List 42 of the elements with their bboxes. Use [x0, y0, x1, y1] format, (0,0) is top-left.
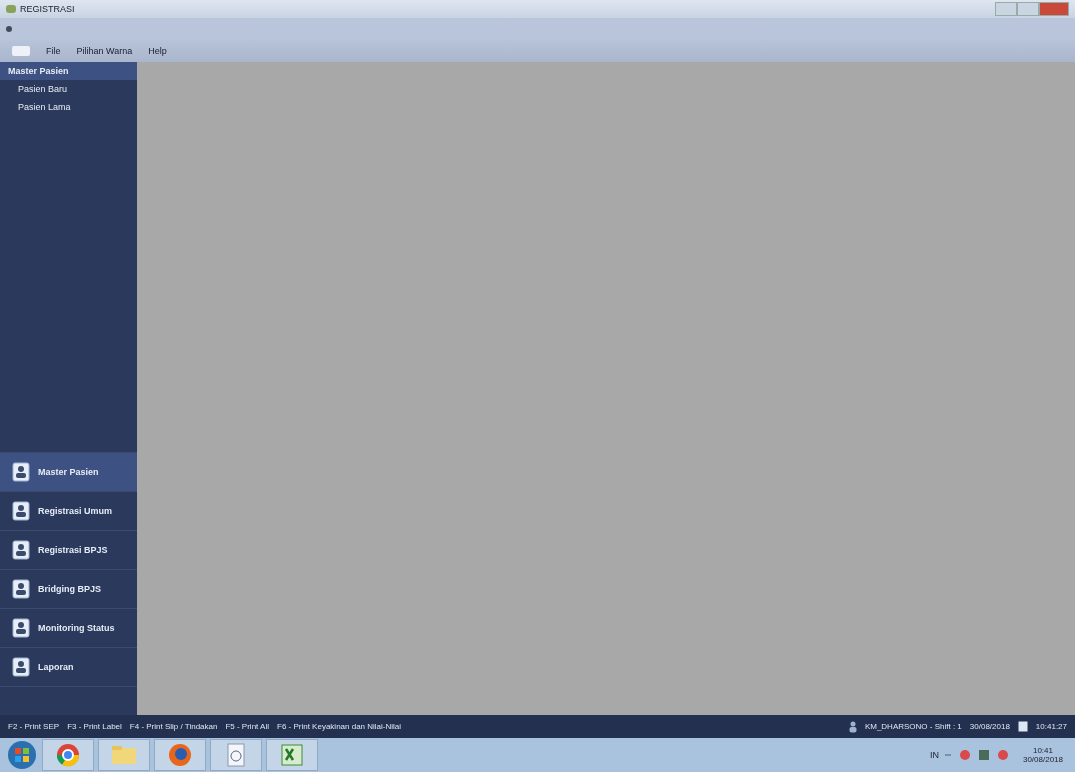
taskbar-clock[interactable]: 10:41 30/08/2018 — [1016, 746, 1069, 764]
quick-access-icon[interactable] — [6, 26, 12, 32]
group-header[interactable]: Master Pasien — [0, 62, 137, 80]
user-icon — [848, 720, 857, 733]
spreadsheet-icon — [281, 744, 303, 766]
menu-item[interactable]: Pilihan Warna — [76, 46, 133, 56]
user-label: KM_DHARSONO - Shift : 1 — [864, 722, 962, 731]
taskbar-icon[interactable] — [154, 739, 206, 771]
app-menu-icon[interactable] — [12, 46, 30, 56]
taskbar-icon[interactable] — [42, 739, 94, 771]
browser-icon — [56, 743, 80, 767]
shortcut-hint: F2 - Print SEP — [8, 722, 60, 731]
calendar-icon — [1017, 721, 1028, 732]
globe-icon — [168, 743, 192, 767]
shortcut-hint: F5 - Print All — [225, 722, 269, 731]
menu-item[interactable]: Help — [148, 46, 167, 56]
maximize-button[interactable] — [1017, 2, 1039, 16]
language-indicator[interactable]: IN — [929, 750, 939, 760]
close-button[interactable] — [1039, 2, 1069, 16]
user-card-icon — [12, 462, 30, 482]
sidebar-item[interactable]: Pasien Baru — [0, 80, 137, 98]
user-card-icon — [12, 501, 30, 521]
window-title: REGISTRASI — [20, 4, 75, 14]
user-card-icon — [12, 657, 30, 677]
user-card-icon — [12, 618, 30, 638]
user-card-icon — [12, 540, 30, 560]
time-label: 10:41:27 — [1035, 722, 1067, 731]
start-button[interactable] — [6, 739, 38, 771]
menu-item[interactable]: File — [46, 46, 61, 56]
app-icon — [6, 5, 16, 13]
taskbar-icon[interactable] — [266, 739, 318, 771]
shortcut-hint: F4 - Print Slip / Tindakan — [129, 722, 218, 731]
shortcut-hint: F6 - Print Keyakinan dan Nilai-Nilai — [277, 722, 402, 731]
sidebar-item[interactable]: Pasien Lama — [0, 98, 137, 116]
user-card-icon — [12, 579, 30, 599]
document-icon — [226, 743, 246, 767]
minimize-button[interactable] — [995, 2, 1017, 16]
shortcut-hint: F3 - Print Label — [67, 722, 122, 731]
nav-button[interactable]: Master Pasien — [0, 452, 137, 491]
folder-icon — [111, 745, 137, 765]
date-label: 30/08/2018 — [969, 722, 1010, 731]
taskbar-icon[interactable] — [210, 739, 262, 771]
